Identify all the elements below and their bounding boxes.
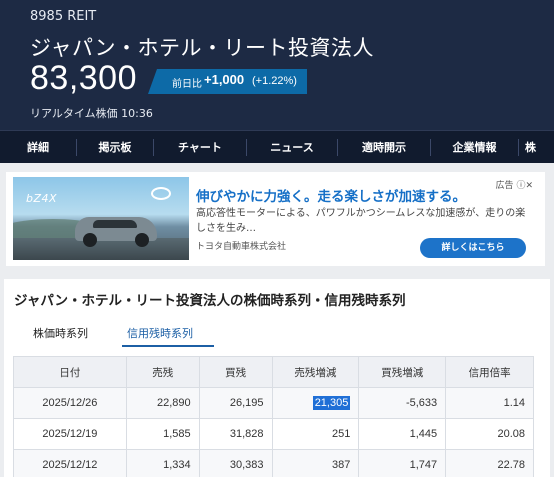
nav-chart[interactable]: チャート <box>154 131 246 164</box>
table-row: 2025/12/12 1,334 30,383 387 1,747 22.78 <box>13 449 534 477</box>
ad-image-road <box>13 238 189 260</box>
nav-disclosure[interactable]: 適時開示 <box>338 131 430 164</box>
ad-headline[interactable]: 伸びやかに力強く。走る楽しさが加速する。 <box>196 185 466 205</box>
col-margin-ratio: 信用倍率 <box>445 356 534 388</box>
cell-buy-change: -5,633 <box>358 387 447 419</box>
nav-detail[interactable]: 詳細 <box>0 131 76 164</box>
nav-news[interactable]: ニュース <box>247 131 337 164</box>
nav-stock[interactable]: 株 <box>519 131 554 164</box>
nav-company-info[interactable]: 企業情報 <box>431 131 518 164</box>
cell-sell-change: 251 <box>271 418 360 450</box>
change-percent: (+1.22%) <box>252 75 297 87</box>
margin-table: 日付 売残 買残 売残増減 買残増減 信用倍率 2025/12/26 22,89… <box>13 356 534 477</box>
toyota-logo-icon <box>151 187 171 200</box>
stock-name: ジャパン・ホテル・リート投資法人 <box>30 36 374 60</box>
ad-close-icon[interactable]: ✕ <box>525 181 533 191</box>
ad-image-wheel <box>135 233 149 247</box>
cell-sell-change: 21,305 <box>271 387 360 419</box>
cell-margin-ratio: 22.78 <box>445 449 534 477</box>
stock-price: 83,300 <box>30 59 137 97</box>
timeseries-card: ジャパン・ホテル・リート投資法人の株価時系列・信用残時系列 株価時系列 信用残時… <box>4 279 550 477</box>
ad-image-wheel <box>83 233 97 247</box>
cell-date: 2025/12/19 <box>13 418 127 450</box>
table-row: 2025/12/26 22,890 26,195 21,305 -5,633 1… <box>13 387 534 419</box>
col-sell-change: 売残増減 <box>271 356 360 388</box>
table-header-row: 日付 売残 買残 売残増減 買残増減 信用倍率 <box>13 356 534 388</box>
stock-header: 8985 REIT ジャパン・ホテル・リート投資法人 83,300 前日比 +1… <box>0 0 554 130</box>
cell-sell-balance: 1,585 <box>125 418 200 450</box>
cell-date: 2025/12/12 <box>13 449 127 477</box>
ad-banner[interactable]: bZ4X 伸びやかに力強く。走る楽しさが加速する。 広告 ⓘ✕ 高応答性モーター… <box>6 172 545 266</box>
col-buy-balance: 買残 <box>198 356 273 388</box>
page: 8985 REIT ジャパン・ホテル・リート投資法人 83,300 前日比 +1… <box>0 0 554 477</box>
ad-brand-mark: bZ4X <box>26 192 58 205</box>
ad-car-image[interactable]: bZ4X <box>13 177 189 260</box>
cell-sell-balance: 1,334 <box>125 449 200 477</box>
ad-label-text: 広告 <box>495 181 514 191</box>
col-sell-balance: 売残 <box>125 356 200 388</box>
change-value: +1,000 <box>204 72 245 87</box>
section-title: ジャパン・ホテル・リート投資法人の株価時系列・信用残時系列 <box>14 293 406 309</box>
ad-image-car-window <box>93 220 137 228</box>
ad-sponsor[interactable]: トヨタ自動車株式会社 <box>196 239 286 252</box>
cell-margin-ratio: 1.14 <box>445 387 534 419</box>
cell-buy-change: 1,747 <box>358 449 447 477</box>
cell-sell-balance: 22,890 <box>125 387 200 419</box>
active-tab-indicator <box>122 345 214 347</box>
cell-date: 2025/12/26 <box>13 387 127 419</box>
col-date: 日付 <box>13 356 127 388</box>
col-buy-change: 買残増減 <box>358 356 447 388</box>
tab-margin-timeseries[interactable]: 信用残時系列 <box>127 325 193 341</box>
cell-buy-balance: 30,383 <box>198 449 273 477</box>
ad-body[interactable]: 高応答性モーターによる、パワフルかつシームレスな加速感が、走りの楽しさを生み… <box>196 206 526 236</box>
nav-board[interactable]: 掲示板 <box>77 131 153 164</box>
table-row: 2025/12/19 1,585 31,828 251 1,445 20.08 <box>13 418 534 450</box>
realtime-timestamp: リアルタイム株価 10:36 <box>30 107 153 120</box>
ad-label[interactable]: 広告 ⓘ✕ <box>496 178 533 191</box>
price-change-badge: 前日比 +1,000 (+1.22%) <box>148 69 307 94</box>
stock-code: 8985 REIT <box>30 9 97 24</box>
cell-buy-change: 1,445 <box>358 418 447 450</box>
selected-text[interactable]: 21,305 <box>312 396 351 410</box>
cell-buy-balance: 31,828 <box>198 418 273 450</box>
ad-cta-button[interactable]: 詳しくはこちら <box>420 238 526 258</box>
cell-margin-ratio: 20.08 <box>445 418 534 450</box>
cell-buy-balance: 26,195 <box>198 387 273 419</box>
change-label: 前日比 <box>172 79 202 90</box>
main-nav: 詳細 掲示板 チャート ニュース 適時開示 企業情報 株 <box>0 130 554 163</box>
tab-price-timeseries[interactable]: 株価時系列 <box>33 325 88 341</box>
cell-sell-change: 387 <box>271 449 360 477</box>
